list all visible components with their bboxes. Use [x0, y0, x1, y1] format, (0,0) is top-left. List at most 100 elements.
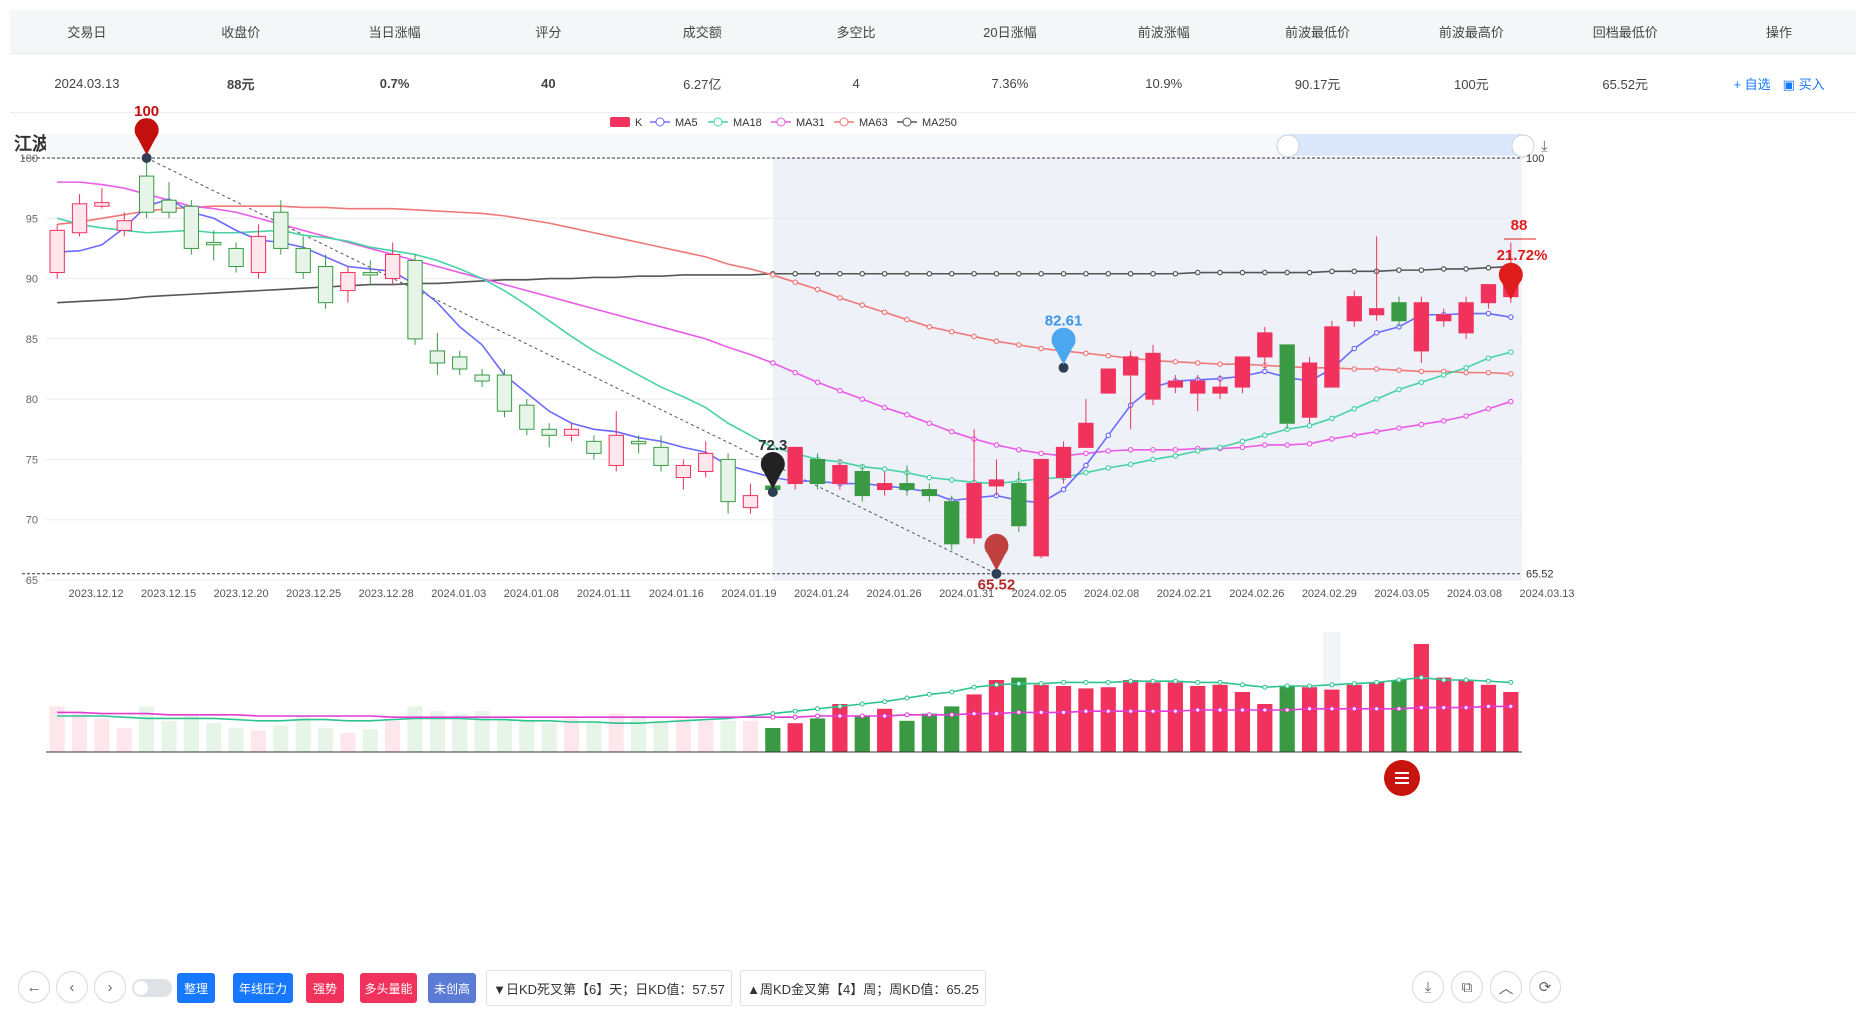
volume-bar — [295, 716, 311, 752]
x-tick-label: 2024.03.05 — [1374, 588, 1429, 600]
x-tick-label: 2024.01.26 — [867, 588, 922, 600]
candle — [1257, 332, 1273, 358]
ma63-line-point — [926, 324, 933, 330]
volume-bar — [586, 720, 602, 752]
vol-ma-a-line-point — [993, 682, 999, 688]
legend-dot — [902, 117, 912, 127]
volume-bar — [899, 720, 915, 752]
x-tick-label: 2024.01.11 — [577, 588, 631, 600]
volume-bar — [1346, 684, 1362, 752]
volume-bar — [49, 706, 65, 752]
vol-ma-b-line-point — [1262, 707, 1268, 713]
candle — [362, 272, 378, 276]
candle — [876, 483, 893, 491]
ma31-line-point — [904, 412, 910, 418]
tag-annual-pressure[interactable]: 年线压力 — [233, 973, 293, 1003]
toggle-switch[interactable] — [132, 979, 172, 997]
ma31-line-point — [1508, 398, 1514, 405]
tag-strong[interactable]: 强势 — [306, 973, 344, 1003]
copy-button[interactable]: ⧉ — [1451, 971, 1483, 1003]
tag-no-new-high[interactable]: 未创高 — [428, 973, 476, 1003]
ma63-line-point — [770, 272, 776, 278]
download-button[interactable]: ⤓ — [1412, 971, 1444, 1003]
trough-marker-label: 65.52 — [978, 577, 1016, 594]
legend-dot — [776, 117, 786, 127]
tag-consolidation[interactable]: 整理 — [177, 973, 215, 1003]
volume-bar — [407, 706, 423, 752]
collapse-button[interactable]: ︿ — [1490, 971, 1522, 1003]
ma250-line-point — [1418, 267, 1425, 273]
vol-ma-b-line-point — [1239, 707, 1245, 713]
candle — [1368, 308, 1385, 316]
add-watchlist-link[interactable]: + 自选 — [1733, 74, 1770, 93]
candle — [1145, 352, 1161, 400]
candle — [1324, 326, 1340, 388]
volume-bar — [765, 728, 781, 752]
candle — [206, 241, 222, 246]
candle — [1391, 302, 1407, 322]
tag-bull-volume[interactable]: 多头量能 — [360, 973, 417, 1003]
volume-bar — [966, 694, 982, 752]
download-icon: ⤓ — [1424, 978, 1432, 996]
vol-ma-a-line-point — [904, 695, 910, 701]
volume-bar — [1123, 680, 1139, 752]
first-page-button[interactable]: ← — [18, 971, 50, 1003]
vol-ma-a-line-point — [1441, 677, 1447, 683]
ma31-line-point — [792, 369, 798, 376]
vol-ma-a-line-point — [926, 691, 932, 697]
candle — [720, 458, 736, 503]
ma18-line-point — [1306, 422, 1313, 429]
ma18-line-point — [948, 477, 955, 483]
reload-icon: ⟳ — [1538, 979, 1552, 996]
ma250-line-point — [1016, 270, 1022, 277]
peak-marker-label: 100 — [134, 103, 159, 120]
col-wave-high: 前波最高价 — [1438, 25, 1504, 40]
copy-icon: ⧉ — [1461, 978, 1473, 996]
volume-bar — [1413, 644, 1429, 752]
vol-ma-b-line-point — [1307, 706, 1313, 712]
candle — [988, 479, 1005, 487]
volume-bar — [1100, 687, 1116, 752]
vol-ma-a-line-point — [792, 708, 798, 714]
candle — [138, 175, 155, 213]
legend-label: K — [635, 117, 643, 129]
vol-ma-b-line-point — [1105, 708, 1111, 714]
ma63-line-point — [1351, 366, 1358, 372]
volume-bar — [206, 723, 222, 752]
next-button[interactable]: › — [94, 971, 126, 1003]
col-ops: 操作 — [1766, 25, 1793, 40]
vol-ma-b-line-point — [1038, 709, 1044, 715]
vol-ma-b-line-point — [904, 712, 910, 718]
arrow-left-icon: ← — [26, 978, 42, 996]
toggle-knob — [134, 981, 148, 995]
volume-bar — [1078, 688, 1094, 752]
buy-link[interactable]: ▣ 买入 — [1783, 74, 1825, 93]
vol-ma-b-line-point — [859, 713, 865, 719]
reload-button[interactable]: ⟳ — [1529, 971, 1561, 1003]
candle — [273, 211, 289, 249]
ma63-line-point — [837, 295, 843, 301]
x-tick-label: 2024.03.08 — [1447, 588, 1502, 600]
ma31-line-point — [1016, 446, 1022, 453]
kline-chart[interactable]: 65 70 75 80 85 90 95 100 100 65.52 2023.12.12 2023.… — [0, 100, 1866, 962]
vol-ma-b-line-point — [1083, 708, 1089, 714]
col-score: 评分 — [535, 25, 562, 40]
volume-bar — [94, 718, 110, 752]
volume-bar — [250, 730, 267, 752]
vol-ma-b-line-point — [926, 712, 932, 718]
ma31-line-point — [1485, 405, 1492, 412]
ma63-line-point — [1016, 342, 1022, 348]
ma250-line-point — [859, 270, 866, 277]
candle — [899, 483, 915, 491]
ma31-line-point — [993, 442, 1000, 448]
vol-ma-a-line-point — [1485, 678, 1491, 684]
candle — [1190, 380, 1206, 394]
volume-bar — [1212, 684, 1228, 752]
vol-ma-a-line-point — [1329, 682, 1335, 688]
x-tick-label: 2024.01.19 — [721, 588, 776, 600]
ma31-line-point — [1150, 446, 1156, 453]
ma63-line-point — [1485, 369, 1492, 376]
volume-bar — [1436, 677, 1452, 752]
col-chg20: 20日涨幅 — [983, 25, 1037, 40]
prev-button[interactable]: ‹ — [56, 971, 88, 1003]
